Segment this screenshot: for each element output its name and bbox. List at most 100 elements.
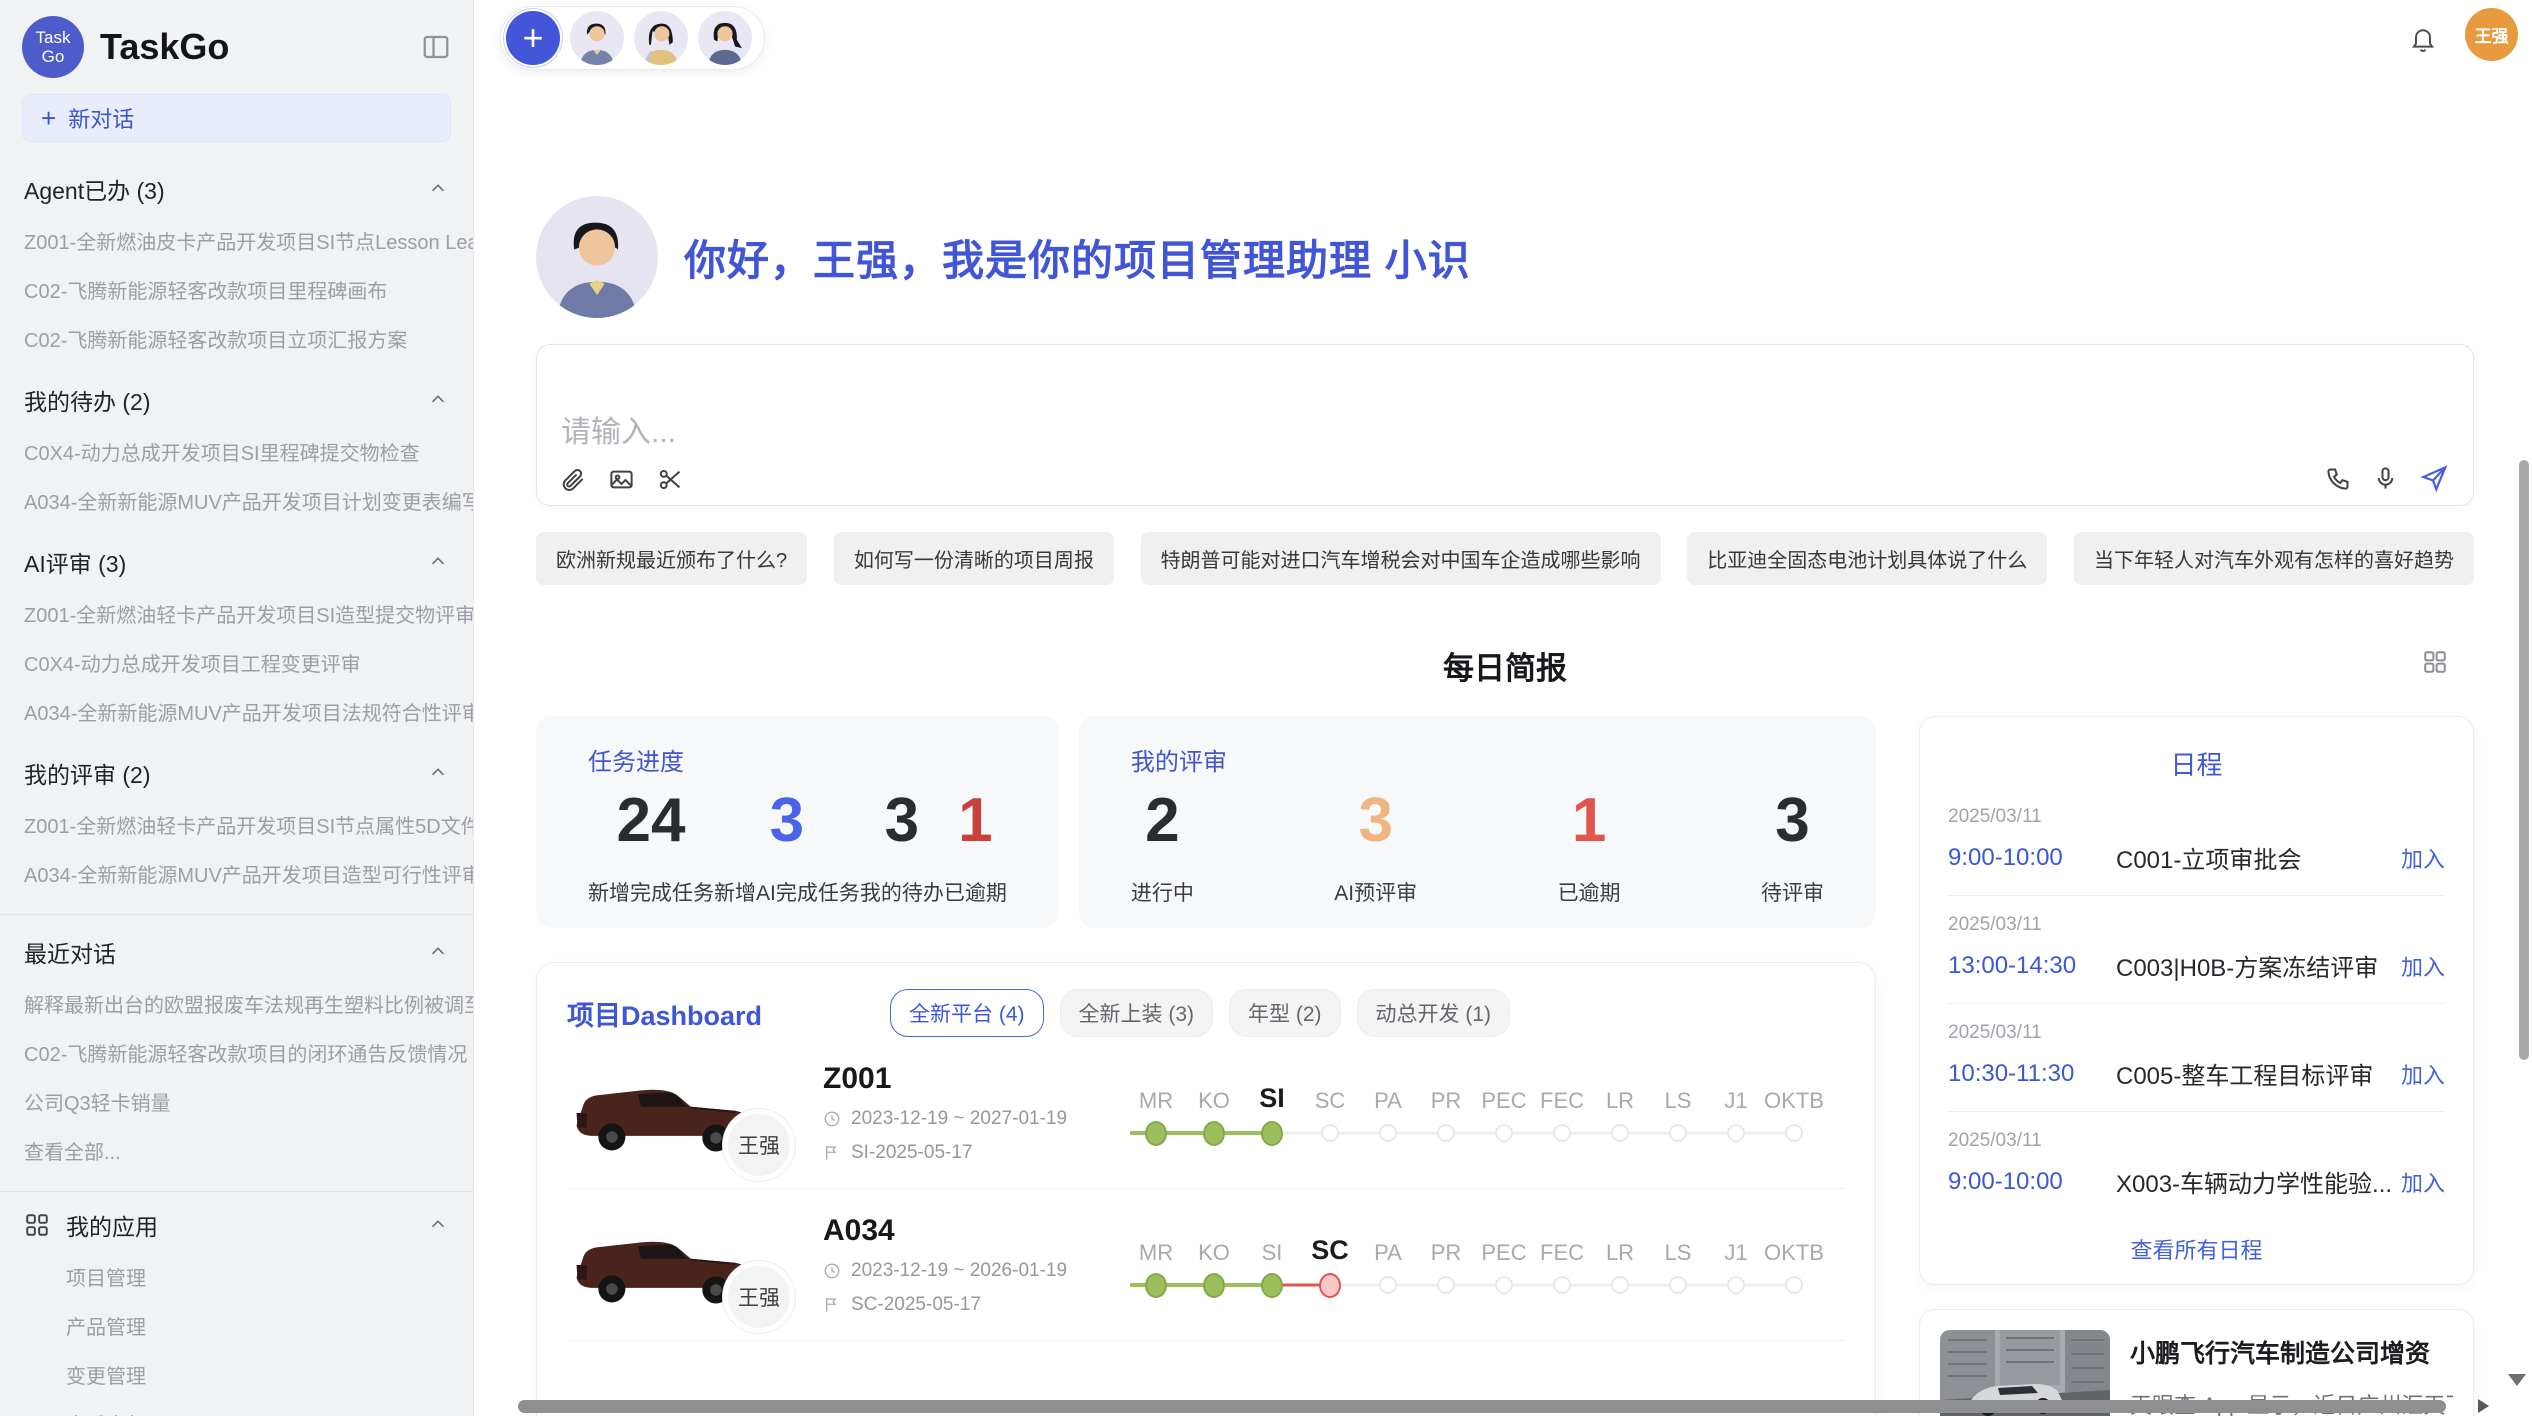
sidebar-app-item[interactable]: 产品管理 (0, 1301, 473, 1350)
sidebar-app-item[interactable]: 项目管理 (0, 1252, 473, 1301)
sidebar-task-item[interactable]: Z001-全新燃油轻卡产品开发项目SI节点属性5D文件评审 (0, 800, 473, 849)
new-conversation-button[interactable]: + (506, 11, 560, 65)
layout-grid-icon[interactable] (2422, 649, 2448, 675)
dashboard-tab[interactable]: 全新上装 (3) (1060, 989, 1214, 1037)
vertical-scrollbar-thumb[interactable] (2519, 460, 2529, 1060)
dashboard-tab[interactable]: 全新平台 (4) (890, 989, 1044, 1037)
scroll-down-arrow[interactable] (2508, 1374, 2526, 1386)
notifications-bell-icon[interactable] (2409, 25, 2437, 53)
milestone: PA (1359, 1080, 1417, 1146)
sidebar-app-items: 项目管理产品管理变更管理查看全部... (0, 1252, 473, 1416)
suggestion-chip[interactable]: 特朗普可能对进口汽车增税会对中国车企造成哪些影响 (1141, 532, 1661, 585)
scroll-right-arrow[interactable] (2478, 1399, 2489, 1413)
composer-actions-toolbar (2325, 463, 2449, 493)
sidebar-app-item[interactable]: 查看全部... (0, 1399, 473, 1416)
stats-card: 任务进度 24 新增完成任务 3 新增AI完成任务 3 (536, 716, 1059, 928)
calendar-entry-date: 2025/03/11 (1948, 1022, 2445, 1044)
sidebar-app-item[interactable]: 变更管理 (0, 1350, 473, 1399)
calendar-entry: 2025/03/11 9:00-10:00 C001-立项审批会 加入 (1948, 788, 2445, 896)
stat-item: 3 新增AI完成任务 (714, 787, 860, 907)
sidebar-recent-header[interactable]: 最近对话 (0, 925, 473, 979)
milestone: FEC (1533, 1080, 1591, 1146)
app-root: { "app": { "name": "TaskGo", "logo_line1… (0, 0, 2532, 1416)
sidebar: Task Go TaskGo + 新对话 Agent已办 (3) (0, 0, 474, 1416)
milestone: SI (1243, 1080, 1301, 1146)
chat-input-card[interactable]: 请输入... (536, 344, 2474, 506)
right-column: 日程 2025/03/11 9:00-10:00 C001-立项审批会 加入 2… (1919, 716, 2474, 1416)
milestone-dot (1785, 1276, 1803, 1294)
sidebar-task-item[interactable]: Z001-全新燃油轻卡产品开发项目SI造型提交物评审 (0, 589, 473, 638)
agent-avatar-3[interactable] (698, 11, 752, 65)
recent-chat-item[interactable]: 查看全部... (0, 1126, 473, 1175)
calendar-entry-row: 9:00-10:00 C001-立项审批会 加入 (1948, 840, 2445, 875)
suggestion-chip[interactable]: 如何写一份清晰的项目周报 (834, 532, 1114, 585)
sidebar-task-item[interactable]: A034-全新新能源MUV产品开发项目法规符合性评审 (0, 687, 473, 736)
calendar-entry-date: 2025/03/11 (1948, 1130, 2445, 1152)
project-flag-milestone: SC-2025-05-17 (823, 1294, 1099, 1316)
sidebar-task-item[interactable]: A034-全新新能源MUV产品开发项目造型可行性评审 (0, 849, 473, 898)
milestone-label: PA (1374, 1080, 1402, 1114)
milestone-dot (1145, 1121, 1167, 1146)
send-icon[interactable] (2419, 463, 2449, 493)
stat-label: 待评审 (1761, 877, 1824, 907)
sidebar-section-header[interactable]: 我的待办 (2) (0, 373, 473, 427)
stat-label: 已逾期 (944, 877, 1007, 907)
sidebar-divider (0, 1191, 473, 1192)
agent-avatar-2[interactable] (634, 11, 688, 65)
sidebar-section-header[interactable]: Agent已办 (3) (0, 162, 473, 216)
sidebar-task-item[interactable]: C02-飞腾新能源轻客改款项目立项汇报方案 (0, 314, 473, 363)
agent-avatar-1[interactable] (570, 11, 624, 65)
sidebar-section: AI评审 (3) Z001-全新燃油轻卡产品开发项目SI造型提交物评审C0X4-… (0, 535, 473, 736)
join-meeting-link[interactable]: 加入 (2401, 842, 2445, 874)
milestone-dot (1611, 1124, 1629, 1142)
app-title: TaskGo (100, 26, 421, 68)
user-avatar[interactable]: 王强 (2465, 8, 2518, 61)
suggestion-chip[interactable]: 比亚迪全固态电池计划具体说了什么 (1687, 532, 2047, 585)
horizontal-scrollbar-thumb[interactable] (518, 1400, 2446, 1413)
calendar-entry-time: 10:30-11:30 (1948, 1060, 2116, 1088)
sidebar-collapse-icon[interactable] (421, 32, 451, 62)
stat-label: 进行中 (1131, 877, 1194, 907)
sidebar-section-title: AI评审 (3) (24, 545, 126, 579)
stat-label: 新增AI完成任务 (714, 877, 860, 907)
sidebar-section-header[interactable]: 我的评审 (2) (0, 746, 473, 800)
milestone-dot (1437, 1276, 1455, 1294)
app-logo: Task Go (22, 16, 84, 78)
suggestion-chip[interactable]: 欧洲新规最近颁布了什么? (536, 532, 807, 585)
recent-chat-item[interactable]: 解释最新出台的欧盟报废车法规再生塑料比例被调至15%... (0, 979, 473, 1028)
stats-cards: 任务进度 24 新增完成任务 3 新增AI完成任务 3 (536, 716, 1876, 928)
sidebar-task-item[interactable]: C0X4-动力总成开发项目SI里程碑提交物检查 (0, 427, 473, 476)
milestone-track: MR KO SI (1127, 1080, 1823, 1146)
sidebar-task-item[interactable]: A034-全新新能源MUV产品开发项目计划变更表编写 (0, 476, 473, 525)
project-row[interactable]: 王强 Z001 2023-12-19 ~ 2027-01-19 (567, 1037, 1845, 1189)
milestone-dot (1495, 1124, 1513, 1142)
milestone: SC (1301, 1232, 1359, 1298)
dashboard-tab[interactable]: 动总开发 (1) (1357, 989, 1511, 1037)
phone-call-icon[interactable] (2325, 465, 2352, 492)
sidebar-task-item[interactable]: C02-飞腾新能源轻客改款项目里程碑画布 (0, 265, 473, 314)
sidebar-section-header[interactable]: AI评审 (3) (0, 535, 473, 589)
milestone-label: SI (1259, 1080, 1285, 1114)
new-chat-button[interactable]: + 新对话 (22, 94, 451, 142)
join-meeting-link[interactable]: 加入 (2401, 1058, 2445, 1090)
sidebar-divider (0, 914, 473, 915)
stat-value: 3 (860, 787, 944, 855)
sidebar-task-item[interactable]: C0X4-动力总成开发项目工程变更评审 (0, 638, 473, 687)
dashboard-tab[interactable]: 年型 (2) (1229, 989, 1341, 1037)
dashboard-tabs: 全新平台 (4) 全新上装 (3) 年型 (2) 动总开发 (1) (890, 989, 1510, 1037)
recent-chat-item[interactable]: C02-飞腾新能源轻客改款项目的闭环通告反馈情况 (0, 1028, 473, 1077)
view-all-schedule-link[interactable]: 查看所有日程 (1948, 1233, 2445, 1265)
project-row[interactable]: 王强 A034 2023-12-19 ~ 2026-01-19 (567, 1189, 1845, 1341)
sidebar-item-my-apps[interactable]: 我的应用 (0, 1198, 473, 1252)
suggestion-chip[interactable]: 当下年轻人对汽车外观有怎样的喜好趋势 (2074, 532, 2474, 585)
sidebar-task-item[interactable]: Z001-全新燃油皮卡产品开发项目SI节点Lesson Learn报告 (0, 216, 473, 265)
microphone-icon[interactable] (2372, 465, 2399, 492)
paperclip-icon[interactable] (559, 466, 586, 493)
stat-item: 2 进行中 (1131, 787, 1194, 907)
image-icon[interactable] (608, 466, 635, 493)
join-meeting-link[interactable]: 加入 (2401, 1166, 2445, 1198)
join-meeting-link[interactable]: 加入 (2401, 950, 2445, 982)
recent-chat-item[interactable]: 公司Q3轻卡销量 (0, 1077, 473, 1126)
scissors-icon[interactable] (657, 466, 684, 493)
dashboard-columns: 任务进度 24 新增完成任务 3 新增AI完成任务 3 (536, 716, 2474, 1416)
